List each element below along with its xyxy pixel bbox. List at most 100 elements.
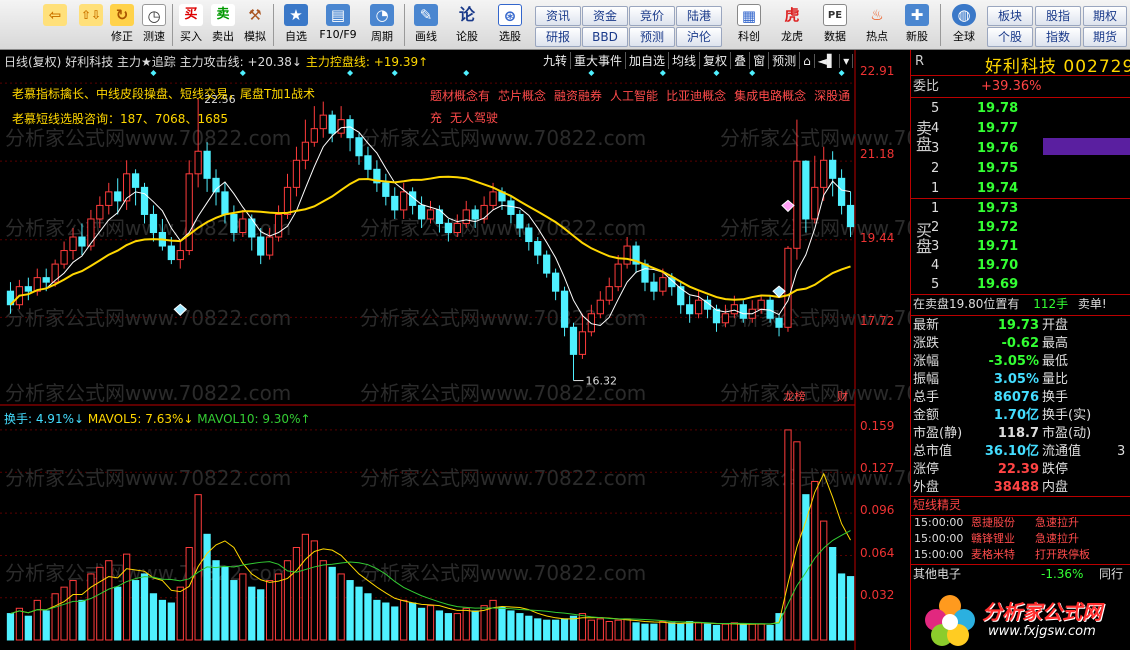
dropdown-icon[interactable]: ▾ (840, 54, 854, 68)
adjust-button[interactable]: 复权 (700, 52, 732, 69)
volume-bar (811, 480, 819, 641)
volume-bar (694, 622, 703, 641)
signal-diamond-icon (781, 199, 795, 213)
auction-button[interactable]: 竞价 (629, 6, 675, 26)
up-down-button[interactable]: ⇧⇩ (78, 2, 104, 48)
buy-level-row[interactable]: 2 19.72 (911, 218, 1130, 237)
volume-bar (283, 560, 292, 641)
data-button[interactable]: PE 数据 (816, 2, 854, 48)
peer-tab[interactable]: 同行 (1099, 565, 1123, 584)
shortline-item[interactable]: 15:00:00 麦格米特 打开跌停板 (911, 547, 1130, 563)
watchlist-button[interactable]: ★ 自选 (278, 2, 314, 48)
industry-change: -1.36% (1041, 567, 1084, 581)
simulate-button[interactable]: ⚒ 模拟 (240, 2, 270, 48)
nine-turn-button[interactable]: 九转 (540, 52, 572, 69)
forum-icon: 论 (458, 5, 475, 24)
options-button[interactable]: 期权 (1083, 6, 1127, 26)
sell-level-row[interactable]: 4 19.77 (911, 119, 1130, 138)
research-button[interactable]: 研报 (535, 27, 581, 47)
f10-button[interactable]: ▤ F10/F9 (316, 2, 360, 48)
volume-bar (167, 602, 175, 641)
buy-level-row[interactable]: 3 19.71 (911, 237, 1130, 256)
concept-tag[interactable]: 充 (430, 107, 442, 129)
concept-tag[interactable]: 无人驾驶 (450, 107, 498, 129)
forum-button[interactable]: 论论股 (450, 2, 484, 48)
period-button[interactable]: ◔ 周期 (362, 2, 402, 48)
index-button[interactable]: 指数 (1035, 27, 1081, 47)
add-watchlist-button[interactable]: 加自选 (626, 52, 670, 69)
hk-connect-button[interactable]: 陆港 (676, 6, 722, 26)
shortline-item[interactable]: 15:00:00 恩捷股份 急速拉升 (911, 515, 1130, 531)
concept-tag[interactable]: 融资融券 (554, 85, 602, 107)
sci-board-icon: ▦ (737, 4, 761, 26)
buy-level-row[interactable]: 4 19.70 (911, 256, 1130, 275)
dragon-tiger-button[interactable]: 虎龙虎 (772, 2, 812, 48)
stock-pick-button[interactable]: ⊛ 选股 (490, 2, 530, 48)
indicator-name[interactable]: 主力★追踪 (117, 55, 176, 69)
index-futures-button[interactable]: 股指 (1035, 6, 1081, 26)
concept-tag[interactable]: 比亚迪概念 (666, 85, 726, 107)
stock-button[interactable]: 个股 (987, 27, 1033, 47)
panel-toggle-icon[interactable]: ◄▌ (815, 54, 841, 68)
correct-button[interactable]: ↻ 修正 (106, 2, 138, 48)
sell-level-row[interactable]: 1 19.74 (911, 179, 1130, 198)
period-label[interactable]: 日线(复权) (4, 55, 61, 69)
concept-tag[interactable]: 深股通 (814, 85, 850, 107)
buy-level-row[interactable]: 5 19.69 (911, 275, 1130, 294)
volume-bar (534, 618, 542, 641)
candle-body (551, 272, 560, 292)
global-button[interactable]: ◍ 全球 (944, 2, 984, 48)
stat-row: 总手 86076 换手 (911, 388, 1130, 407)
level-number: 3 (931, 141, 940, 156)
window-button[interactable]: 窗 (750, 52, 770, 69)
forecast-button[interactable]: 预测 (629, 27, 675, 47)
volume-bar (435, 610, 444, 641)
sci-board-button[interactable]: ▦ 科创 (730, 2, 768, 48)
bbd-button[interactable]: BBD (582, 27, 628, 47)
speedtest-button[interactable]: ◷ 测速 (138, 2, 170, 48)
chart-canvas[interactable]: 分析家公式网www.70822.com 分析家公式网www.70822.com 分析… (0, 50, 910, 650)
volume-bar (257, 589, 265, 641)
sell-button[interactable]: 卖卖出 (208, 2, 238, 48)
buy-level-row[interactable]: 1 19.73 (911, 199, 1130, 218)
stat-row: 涨停 22.39 跌停 (911, 460, 1130, 479)
industry-label[interactable]: 其他电子 (913, 565, 961, 584)
shortline-item[interactable]: 15:00:00 赣锋锂业 急速拉升 (911, 531, 1130, 547)
kline-chart[interactable]: 分析家公式网www.70822.com 分析家公式网www.70822.com 分析… (0, 50, 910, 650)
webi-label: 委比 (913, 79, 940, 94)
sell-level-row[interactable]: 5 19.78 (911, 99, 1130, 118)
volume-bar (230, 580, 238, 641)
futures-button[interactable]: 期货 (1083, 27, 1127, 47)
hot-icon: ♨ (870, 6, 884, 24)
moving-average-button[interactable]: 均线 (669, 52, 701, 69)
stat-label: 流通值 (1042, 444, 1082, 459)
major-events-button[interactable]: 重大事件 (571, 52, 627, 69)
news-button[interactable]: 资讯 (535, 6, 581, 26)
volume-bar (471, 610, 479, 641)
shortline-title[interactable]: 短线精灵 (913, 496, 961, 515)
predict-button[interactable]: 预测 (769, 52, 801, 69)
buy-button[interactable]: 买买入 (176, 2, 206, 48)
concept-tag[interactable]: 集成电路概念 (734, 85, 806, 107)
home-icon[interactable]: ⌂ (800, 54, 815, 68)
drawline-button[interactable]: ✎ 画线 (408, 2, 444, 48)
concept-tag[interactable]: 芯片概念 (498, 85, 546, 107)
sell-level-row[interactable]: 2 19.75 (911, 159, 1130, 178)
volume-bar (587, 619, 595, 641)
hotspot-button[interactable]: ♨ 热点 (858, 2, 896, 48)
control-line (9, 175, 851, 306)
sector-button[interactable]: 板块 (987, 6, 1033, 26)
london-button[interactable]: 沪伦 (676, 27, 722, 47)
overlay-button[interactable]: 叠 (731, 52, 751, 69)
concept-tag[interactable]: 人工智能 (610, 85, 658, 107)
stat-label: 最高 (1042, 336, 1069, 351)
ipo-button[interactable]: ✚ 新股 (898, 2, 936, 48)
candle-body (257, 236, 265, 256)
candle-body (757, 299, 765, 310)
volume-bar (757, 623, 765, 641)
funds-button[interactable]: 资金 (582, 6, 628, 26)
candle-body (51, 263, 59, 283)
back-button[interactable]: ⇦ (40, 2, 70, 48)
candle-body (829, 159, 837, 179)
volume-bar (382, 602, 390, 641)
